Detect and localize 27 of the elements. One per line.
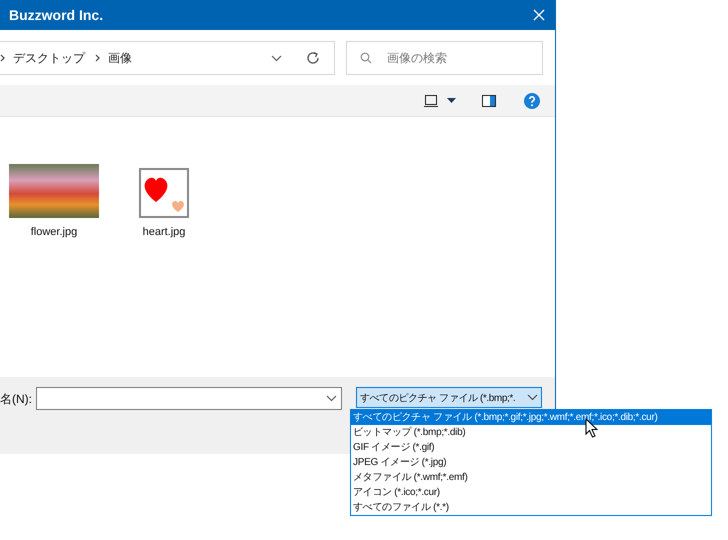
file-type-option[interactable]: メタファイル (*.wmf;*.emf) <box>351 470 711 485</box>
file-name[interactable]: heart.jpg <box>142 226 186 238</box>
file-name-label: 名(N): <box>0 391 32 408</box>
file-type-option[interactable]: すべてのピクチャ ファイル (*.bmp;*.gif;*.jpg;*.wmf;*.emf;*.ico;*.dib;*.cur) <box>351 410 711 425</box>
preview-pane-icon[interactable] <box>482 94 496 106</box>
chevron-icon <box>95 54 100 62</box>
dropdown-arrow-icon[interactable] <box>447 98 456 103</box>
help-icon[interactable] <box>524 92 540 108</box>
close-icon[interactable] <box>533 9 545 21</box>
breadcrumb-item[interactable]: デスクトップ <box>13 50 85 66</box>
file-type-option[interactable]: JPEG イメージ (*.jpg) <box>351 455 711 470</box>
breadcrumb-item[interactable]: 画像 <box>108 50 132 66</box>
view-icon[interactable] <box>424 94 438 106</box>
file-type-option[interactable]: アイコン (*.ico;*.cur) <box>351 485 711 500</box>
chevron-icon <box>0 54 5 62</box>
window-title: Buzzword Inc. <box>9 7 104 23</box>
file-type-option[interactable]: すべてのファイル (*.*) <box>351 500 711 515</box>
heart-thumbnail-icon[interactable] <box>139 168 189 218</box>
file-type-option[interactable]: ビットマップ (*.bmp;*.dib) <box>351 425 711 440</box>
file-name-field[interactable] <box>36 387 342 410</box>
refresh-icon[interactable] <box>306 51 320 65</box>
search-field[interactable]: 画像の検索 <box>346 41 543 75</box>
file-type-dropdown[interactable]: すべてのピクチャ ファイル (*.bmp;*. <box>356 387 542 408</box>
search-icon <box>360 52 372 64</box>
file-name[interactable]: flower.jpg <box>30 226 78 238</box>
file-type-option[interactable]: GIF イメージ (*.gif) <box>351 440 711 455</box>
address-bar[interactable]: デスクトップ 画像 <box>0 41 335 75</box>
